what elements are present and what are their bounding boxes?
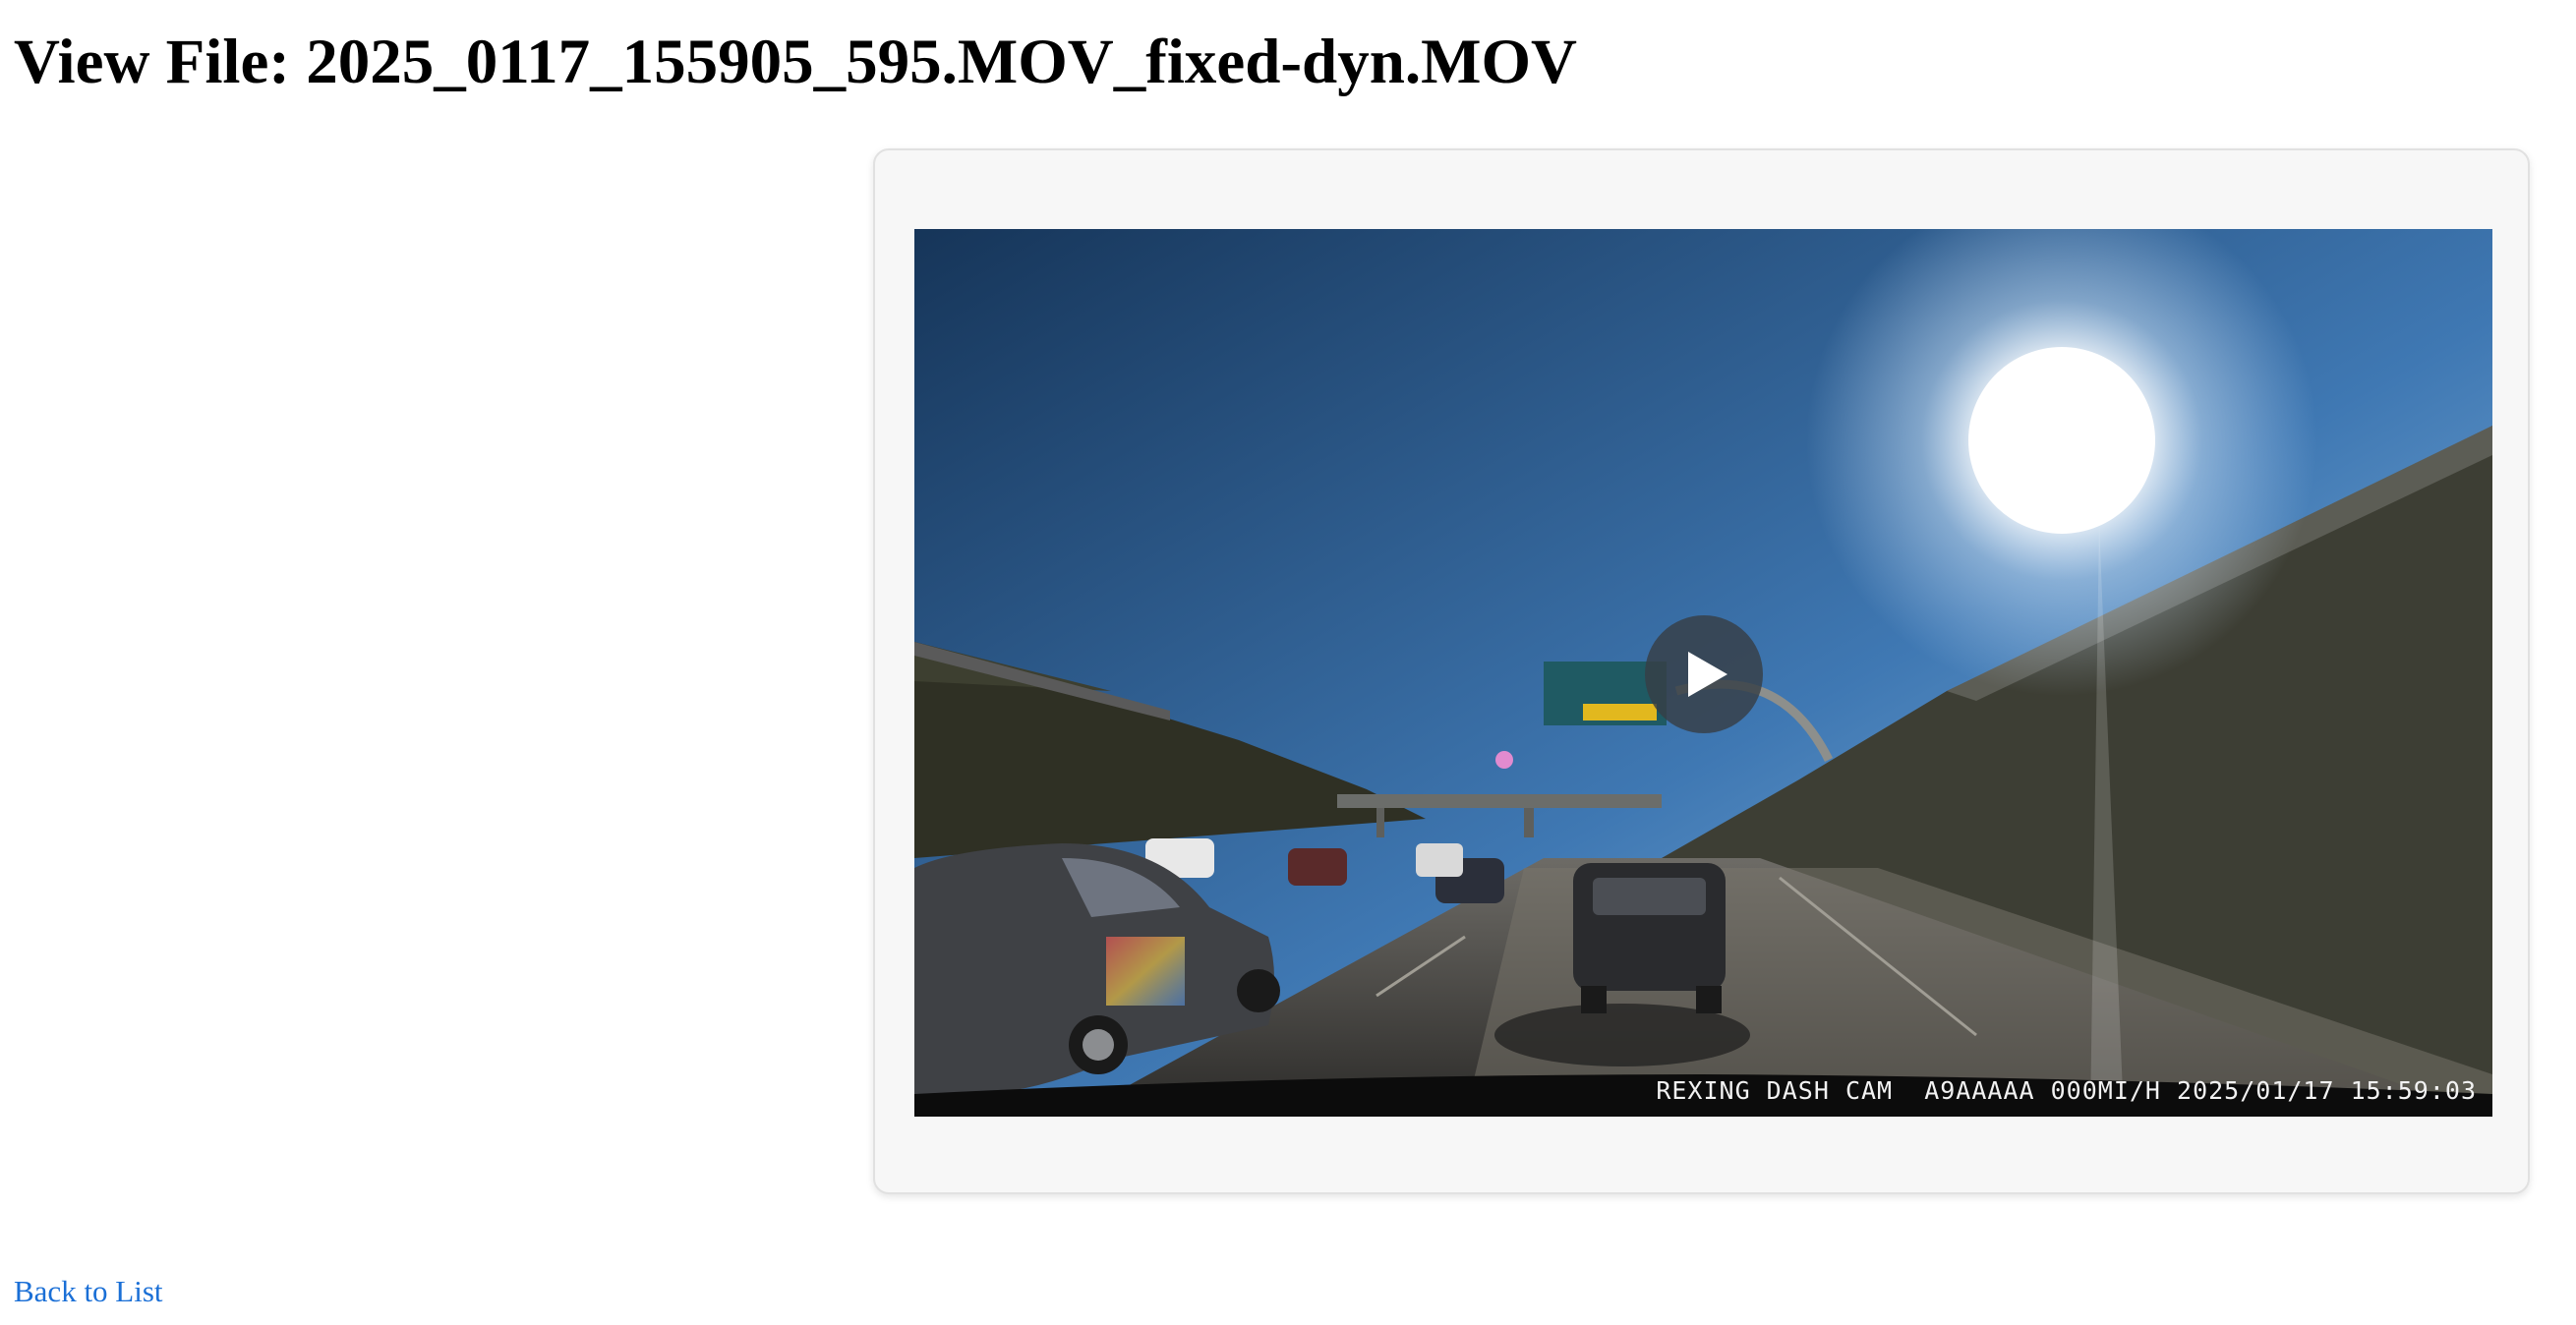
video-player-card: REXING DASH CAM A9AAAAA 000MI/H 2025/01/… — [873, 148, 2530, 1194]
video-player[interactable]: REXING DASH CAM A9AAAAA 000MI/H 2025/01/… — [914, 229, 2492, 1117]
page-title: View File: 2025_0117_155905_595.MOV_fixe… — [14, 27, 1577, 97]
dashcam-timestamp-overlay: REXING DASH CAM A9AAAAA 000MI/H 2025/01/… — [1656, 1076, 2477, 1105]
back-to-list-link[interactable]: Back to List — [14, 1274, 163, 1309]
play-icon — [1688, 652, 1727, 697]
play-button[interactable] — [1645, 615, 1763, 733]
